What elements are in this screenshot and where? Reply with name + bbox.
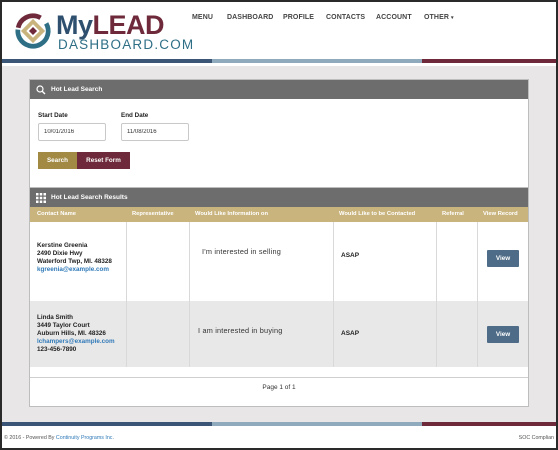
header-stripe	[2, 59, 556, 63]
logo[interactable]: MyLEAD DASHBOARD.COM	[14, 10, 194, 54]
search-button[interactable]: Search	[38, 152, 77, 169]
logo-lead: LEAD	[92, 10, 165, 40]
nav-dashboard[interactable]: DASHBOARD	[227, 14, 273, 21]
contact-name: Kerstine Greenia	[37, 242, 88, 249]
hot-lead-search-panel: Hot Lead Search Start Date End Date Sear…	[29, 79, 529, 191]
contact-address1: 3449 Taylor Court	[37, 322, 90, 329]
nav-other-label: OTHER	[424, 14, 449, 21]
search-icon	[36, 84, 46, 94]
nav-contacts[interactable]: CONTACTS	[326, 14, 365, 21]
contact-email-link[interactable]: kgreenia@example.com	[37, 266, 109, 274]
contact-when: ASAP	[341, 330, 360, 337]
nav-account[interactable]: ACCOUNT	[376, 14, 412, 21]
company-link[interactable]: Continuity Programs Inc.	[56, 435, 114, 441]
contact-name: Linda Smith	[37, 314, 74, 321]
interest-text: I am interested in buying	[198, 326, 283, 335]
footer-stripe	[2, 422, 556, 426]
site-footer: © 2016 - Powered By Continuity Programs …	[2, 428, 556, 448]
end-date-field[interactable]	[121, 123, 189, 141]
table-row: Kerstine Greenia 2490 Dixie Hwy Waterfor…	[30, 222, 528, 301]
app-frame: MyLEAD DASHBOARD.COM MENU DASHBOARD PROF…	[2, 2, 556, 448]
site-header: MyLEAD DASHBOARD.COM MENU DASHBOARD PROF…	[2, 2, 556, 58]
col-view-record: View Record	[483, 211, 518, 217]
reset-form-button[interactable]: Reset Form	[77, 152, 130, 169]
footer-copyright: © 2016 - Powered By Continuity Programs …	[4, 435, 114, 441]
main-content: Hot Lead Search Start Date End Date Sear…	[2, 66, 556, 422]
nav-menu[interactable]: MENU	[192, 14, 213, 21]
nav-other[interactable]: OTHER ▾	[424, 14, 454, 21]
logo-wordmark: MyLEAD	[56, 10, 165, 40]
contact-address2: Waterford Twp, MI. 48328	[37, 258, 112, 265]
contact-when: ASAP	[341, 252, 360, 259]
search-panel-title: Hot Lead Search	[51, 86, 103, 93]
contact-email-link[interactable]: lchampers@example.com	[37, 338, 115, 346]
start-date-label: Start Date	[38, 112, 68, 119]
col-information: Would Like Information on	[195, 211, 268, 217]
view-record-button[interactable]: View	[487, 326, 519, 343]
logo-mark-icon	[15, 13, 51, 49]
col-representative: Representative	[132, 211, 174, 217]
contact-phone: 123-456-7890	[37, 346, 77, 353]
soc-compliance-text: SOC Complian	[518, 435, 554, 441]
end-date-label: End Date	[121, 112, 149, 119]
search-panel-header: Hot Lead Search	[30, 80, 528, 99]
table-header: Contact Name Representative Would Like I…	[30, 207, 528, 222]
col-contacted: Would Like to be Contacted	[339, 211, 416, 217]
logo-my: My	[56, 10, 93, 40]
results-panel-header: Hot Lead Search Results	[30, 188, 528, 207]
copyright-text: © 2016 - Powered By	[4, 435, 55, 441]
view-record-button[interactable]: View	[487, 250, 519, 267]
hot-lead-results-panel: Hot Lead Search Results Contact Name Rep…	[29, 187, 529, 407]
col-referral: Referral	[442, 211, 464, 217]
results-panel-title: Hot Lead Search Results	[51, 194, 128, 201]
nav-profile[interactable]: PROFILE	[283, 14, 314, 21]
chevron-down-icon: ▾	[451, 15, 454, 21]
table-row: Linda Smith 3449 Taylor Court Auburn Hil…	[30, 301, 528, 367]
start-date-field[interactable]	[38, 123, 106, 141]
contact-address1: 2490 Dixie Hwy	[37, 250, 83, 257]
col-contact-name: Contact Name	[37, 211, 76, 217]
contact-address2: Auburn Hills, MI. 48326	[37, 330, 106, 337]
grid-icon	[36, 192, 46, 203]
pagination: Page 1 of 1	[30, 377, 528, 397]
logo-subtitle: DASHBOARD.COM	[58, 37, 195, 52]
interest-text: I'm interested in selling	[202, 247, 281, 256]
